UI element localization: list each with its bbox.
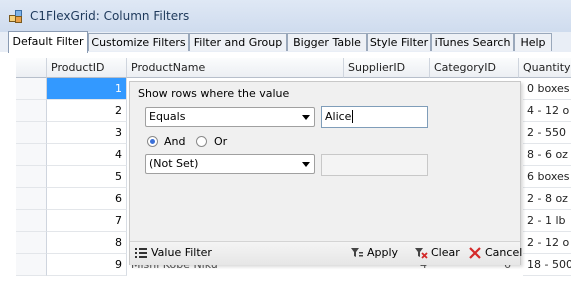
column-header-categoryid[interactable]: CategoryID: [430, 58, 519, 78]
row-header[interactable]: [16, 122, 47, 144]
productid-cell[interactable]: 9: [47, 254, 127, 276]
column-filter-editor: Show rows where the value Equals Alice A…: [129, 81, 522, 265]
productid-cell[interactable]: 3: [47, 122, 127, 144]
and-radio-label[interactable]: And: [164, 135, 185, 148]
row-header[interactable]: [16, 144, 47, 166]
tab-itunes-search[interactable]: iTunes Search: [431, 33, 514, 51]
quantity-cell[interactable]: 2 - 1 lb: [523, 210, 571, 232]
column-header-productname[interactable]: ProductName: [127, 58, 344, 78]
row-header[interactable]: [16, 100, 47, 122]
filter-clear-icon: [415, 248, 428, 259]
chevron-down-icon: [302, 115, 310, 120]
productid-cell[interactable]: 2: [47, 100, 127, 122]
tab-default-filter[interactable]: Default Filter: [8, 31, 88, 53]
quantity-cell[interactable]: 18 - 500: [523, 254, 571, 276]
productid-cell[interactable]: 8: [47, 232, 127, 254]
list-icon: [135, 248, 147, 258]
row-header[interactable]: [16, 210, 47, 232]
tab-bigger-table[interactable]: Bigger Table: [287, 33, 367, 51]
or-radio[interactable]: [196, 136, 207, 147]
quantity-cell[interactable]: 2 - 12 o: [523, 232, 571, 254]
cancel-label: Cancel: [485, 246, 523, 259]
text-caret: [352, 110, 354, 123]
filter-prompt: Show rows where the value: [138, 87, 290, 100]
column-header-quantity[interactable]: Quantity: [519, 58, 571, 78]
productid-cell[interactable]: 4: [47, 144, 127, 166]
condition1-operator-value: Equals: [149, 110, 186, 123]
filter-apply-icon: [351, 248, 363, 257]
productid-cell[interactable]: 6: [47, 188, 127, 210]
productid-cell[interactable]: 1: [47, 78, 127, 100]
condition2-value-input: [321, 154, 428, 176]
quantity-cell[interactable]: 6 boxes: [523, 166, 571, 188]
condition2-operator-value: (Not Set): [149, 157, 199, 170]
condition1-operator-select[interactable]: Equals: [145, 107, 315, 127]
cancel-button[interactable]: Cancel: [468, 245, 522, 261]
app-icon: [9, 10, 23, 23]
quantity-cell[interactable]: 2 - 8 oz: [523, 188, 571, 210]
row-header[interactable]: [16, 232, 47, 254]
tab-filter-and-group[interactable]: Filter and Group: [189, 33, 287, 51]
row-header[interactable]: [16, 254, 47, 276]
value-filter-button[interactable]: Value Filter: [134, 245, 212, 261]
condition1-value-input[interactable]: Alice: [321, 106, 428, 128]
chevron-down-icon: [302, 162, 310, 167]
clear-label: Clear: [431, 246, 460, 259]
close-icon: [469, 247, 481, 259]
apply-button[interactable]: Apply: [350, 245, 398, 261]
row-header[interactable]: [16, 188, 47, 210]
grid-corner-header: [16, 58, 47, 78]
or-radio-label[interactable]: Or: [214, 135, 227, 148]
tab-help[interactable]: Help: [514, 33, 552, 51]
row-header[interactable]: [16, 78, 47, 100]
quantity-cell[interactable]: 4 - 12 o: [523, 100, 571, 122]
tab-style-filter[interactable]: Style Filter: [367, 33, 431, 51]
quantity-cell[interactable]: 2 - 550: [523, 122, 571, 144]
filter-footer: Value Filter Apply Clear Cancel: [130, 241, 522, 265]
clear-button[interactable]: Clear: [414, 245, 460, 261]
column-header-supplierid[interactable]: SupplierID: [344, 58, 430, 78]
quantity-cell[interactable]: 8 - 6 oz: [523, 144, 571, 166]
app-window: C1FlexGrid: Column Filters Default Filte…: [0, 0, 571, 287]
condition1-value-text: Alice: [325, 110, 352, 123]
window-title: C1FlexGrid: Column Filters: [30, 9, 190, 23]
column-header-productid[interactable]: ProductID: [47, 58, 127, 78]
title-bar[interactable]: C1FlexGrid: Column Filters: [0, 0, 571, 32]
value-filter-label: Value Filter: [151, 246, 212, 259]
productid-cell[interactable]: 7: [47, 210, 127, 232]
and-radio[interactable]: [147, 136, 158, 147]
quantity-cell[interactable]: 0 boxes: [523, 78, 571, 100]
apply-label: Apply: [367, 246, 399, 259]
row-header[interactable]: [16, 166, 47, 188]
condition2-operator-select[interactable]: (Not Set): [145, 154, 315, 174]
productid-cell[interactable]: 5: [47, 166, 127, 188]
tab-customize-filters[interactable]: Customize Filters: [88, 33, 189, 51]
